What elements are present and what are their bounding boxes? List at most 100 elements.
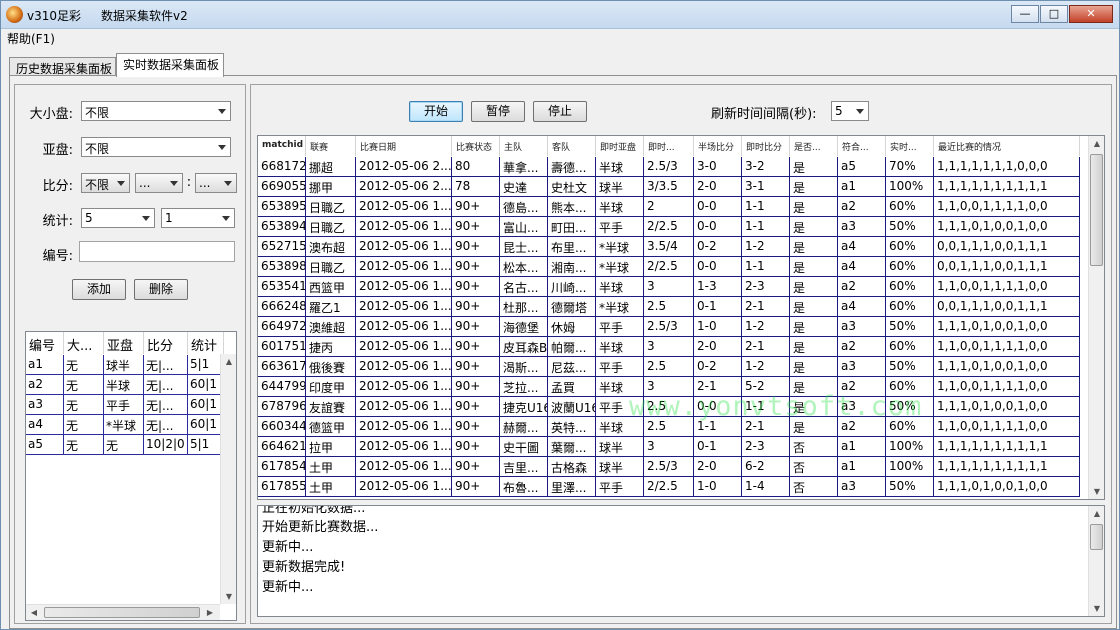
rule-row[interactable]: a1 无 球半 无|... 5|1 xyxy=(26,355,224,375)
col-asian[interactable]: 即时亚盘 xyxy=(596,136,644,156)
table-cell: 3 xyxy=(644,337,694,356)
table-row[interactable]: 664972 澳維超 2012-05-06 1... 90+ 海德堡 休姆 平手 2.5/3 1… xyxy=(258,317,1080,337)
table-row[interactable]: 664621 拉甲 2012-05-06 1... 90+ 史干圖 葉爾... 球半 3 0-1… xyxy=(258,437,1080,457)
table-cell: 2.5/3 xyxy=(644,457,694,476)
table-cell: 赫爾... xyxy=(500,417,548,436)
tab-history[interactable]: 历史数据采集面板 xyxy=(9,57,116,77)
scroll-left-icon[interactable]: ◀ xyxy=(26,608,42,617)
table-row[interactable]: 601751 捷丙 2012-05-06 1... 90+ 皮耳森B 帕爾... 半球 3 2-… xyxy=(258,337,1080,357)
rule-table-vscrollbar[interactable]: ▲ ▼ xyxy=(220,354,236,604)
scroll-thumb[interactable] xyxy=(44,607,200,618)
table-cell: 80 xyxy=(452,157,500,176)
start-button[interactable]: 开始 xyxy=(409,101,463,122)
table-cell: 熊本... xyxy=(548,197,596,216)
realtime-panel: 大小盘: 不限 亚盘: 不限 比分: 不限 ... : ... 统计: 5 1 … xyxy=(9,75,1117,629)
table-row[interactable]: 663617 俄後賽 2012-05-06 1... 90+ 渴斯... 尼茲... 平手 2… xyxy=(258,357,1080,377)
col-recent[interactable]: 最近比赛的情况 xyxy=(934,136,1080,156)
log-output[interactable]: 正在初始化数据... 开始更新比赛数据... 更新中... 更新数据完成! 更新… xyxy=(257,505,1105,617)
table-cell: 球半 xyxy=(596,457,644,476)
table-row[interactable]: 653541 西篮甲 2012-05-06 1... 90+ 名古... 川崎... 半球 3… xyxy=(258,277,1080,297)
scroll-thumb[interactable] xyxy=(1090,154,1103,266)
close-button[interactable]: ✕ xyxy=(1069,5,1113,23)
table-row[interactable]: 617854 土甲 2012-05-06 1... 90+ 吉里... 古格森 球半 2.5/… xyxy=(258,457,1080,477)
scroll-down-icon[interactable]: ▼ xyxy=(221,592,236,601)
scroll-up-icon[interactable]: ▲ xyxy=(221,357,236,366)
table-cell: 1-2 xyxy=(742,357,790,376)
scroll-thumb[interactable] xyxy=(1090,524,1103,550)
rule-table: 编号 大... 亚盘 比分 统计 a1 无 球半 无|... 5|1 a2 无 … xyxy=(25,331,237,621)
table-cell: 50% xyxy=(886,357,934,376)
scroll-up-icon[interactable]: ▲ xyxy=(1089,509,1104,518)
minimize-button[interactable]: — xyxy=(1011,5,1039,23)
chevron-down-icon xyxy=(224,181,232,186)
match-table-vscrollbar[interactable]: ▲ ▼ xyxy=(1088,136,1104,499)
table-cell: 葉爾... xyxy=(548,437,596,456)
rule-cell: 5|1 xyxy=(188,355,224,374)
table-row[interactable]: 653895 日職乙 2012-05-06 1... 90+ 德島... 熊本... 半球 2… xyxy=(258,197,1080,217)
chevron-down-icon xyxy=(218,109,226,114)
rule-col-asian[interactable]: 亚盘 xyxy=(104,332,144,354)
col-status[interactable]: 比赛状态 xyxy=(452,136,500,156)
table-row[interactable]: 653898 日職乙 2012-05-06 1... 90+ 松本... 湘南... *半球… xyxy=(258,257,1080,277)
rule-col-score[interactable]: 比分 xyxy=(144,332,188,354)
table-row[interactable]: 666248 羅乙1 2012-05-06 1... 90+ 杜那... 德爾塔 *半球 2.… xyxy=(258,297,1080,317)
col-matchid[interactable]: matchid xyxy=(258,136,306,156)
log-vscrollbar[interactable]: ▲ ▼ xyxy=(1088,506,1104,616)
delete-button[interactable]: 删除 xyxy=(134,279,188,300)
table-cell: 2.5/3 xyxy=(644,317,694,336)
rule-cell: a3 xyxy=(26,395,64,414)
stat-select-1[interactable]: 5 xyxy=(81,208,155,228)
id-input[interactable] xyxy=(79,241,235,262)
col-home[interactable]: 主队 xyxy=(500,136,548,156)
rule-col-id[interactable]: 编号 xyxy=(26,332,64,354)
score-home-select[interactable]: ... xyxy=(135,173,183,193)
table-row[interactable]: 669055 挪甲 2012-05-06 2... 78 史達 史杜文 球半 3/3.5 2-0… xyxy=(258,177,1080,197)
table-cell: 町田... xyxy=(548,217,596,236)
col-live[interactable]: 即时... xyxy=(644,136,694,156)
scroll-down-icon[interactable]: ▼ xyxy=(1089,487,1104,496)
rule-col-size[interactable]: 大... xyxy=(64,332,104,354)
table-row[interactable]: 652715 澳布超 2012-05-06 1... 90+ 昆士... 布里... *半球… xyxy=(258,237,1080,257)
rule-row[interactable]: a3 无 平手 无|... 60|1 xyxy=(26,395,224,415)
size-select[interactable]: 不限 xyxy=(81,101,231,121)
scroll-right-icon[interactable]: ▶ xyxy=(202,608,218,617)
stop-button[interactable]: 停止 xyxy=(533,101,587,122)
rule-row[interactable]: a4 无 *半球 无|... 60|1 xyxy=(26,415,224,435)
col-halftime[interactable]: 半场比分 xyxy=(694,136,742,156)
table-cell: 平手 xyxy=(596,317,644,336)
col-rate[interactable]: 实时... xyxy=(886,136,934,156)
table-cell: 2-0 xyxy=(694,337,742,356)
interval-select[interactable]: 5 xyxy=(831,101,869,121)
score-away-select[interactable]: ... xyxy=(195,173,237,193)
table-cell: 是 xyxy=(790,277,838,296)
table-cell: 2012-05-06 2... xyxy=(356,157,452,176)
stat-select-2-value: 1 xyxy=(165,211,173,225)
rule-col-stat[interactable]: 统计 xyxy=(188,332,224,354)
table-row[interactable]: 668172 挪超 2012-05-06 2... 80 華拿... 壽德... 半球 2.5… xyxy=(258,157,1080,177)
table-cell: 球半 xyxy=(596,177,644,196)
table-cell: 渴斯... xyxy=(500,357,548,376)
pause-button[interactable]: 暂停 xyxy=(471,101,525,122)
col-livescore[interactable]: 即时比分 xyxy=(742,136,790,156)
menu-help[interactable]: 帮助(F1) xyxy=(7,30,55,47)
rule-row[interactable]: a5 无 无 10|2|0 5|1 xyxy=(26,435,224,455)
col-away[interactable]: 客队 xyxy=(548,136,596,156)
table-cell: 2/2.5 xyxy=(644,257,694,276)
stat-select-2[interactable]: 1 xyxy=(161,208,235,228)
table-row[interactable]: 617855 土甲 2012-05-06 1... 90+ 布魯... 里澤... 平手 2/… xyxy=(258,477,1080,497)
scroll-up-icon[interactable]: ▲ xyxy=(1089,139,1104,148)
scroll-down-icon[interactable]: ▼ xyxy=(1089,604,1104,613)
maximize-button[interactable]: □ xyxy=(1040,5,1068,23)
col-flag[interactable]: 是否... xyxy=(790,136,838,156)
col-league[interactable]: 联赛 xyxy=(306,136,356,156)
col-date[interactable]: 比赛日期 xyxy=(356,136,452,156)
add-button[interactable]: 添加 xyxy=(72,279,126,300)
score-select[interactable]: 不限 xyxy=(81,173,130,193)
rule-row[interactable]: a2 无 半球 无|... 60|1 xyxy=(26,375,224,395)
asian-select[interactable]: 不限 xyxy=(81,137,231,157)
col-rule[interactable]: 符合... xyxy=(838,136,886,156)
rule-table-hscrollbar[interactable]: ◀ ▶ xyxy=(26,604,220,620)
table-row[interactable]: 653894 日職乙 2012-05-06 1... 90+ 富山... 町田... 平手 2… xyxy=(258,217,1080,237)
tab-realtime[interactable]: 实时数据采集面板 xyxy=(116,53,224,77)
rule-cell: 无 xyxy=(64,375,104,394)
